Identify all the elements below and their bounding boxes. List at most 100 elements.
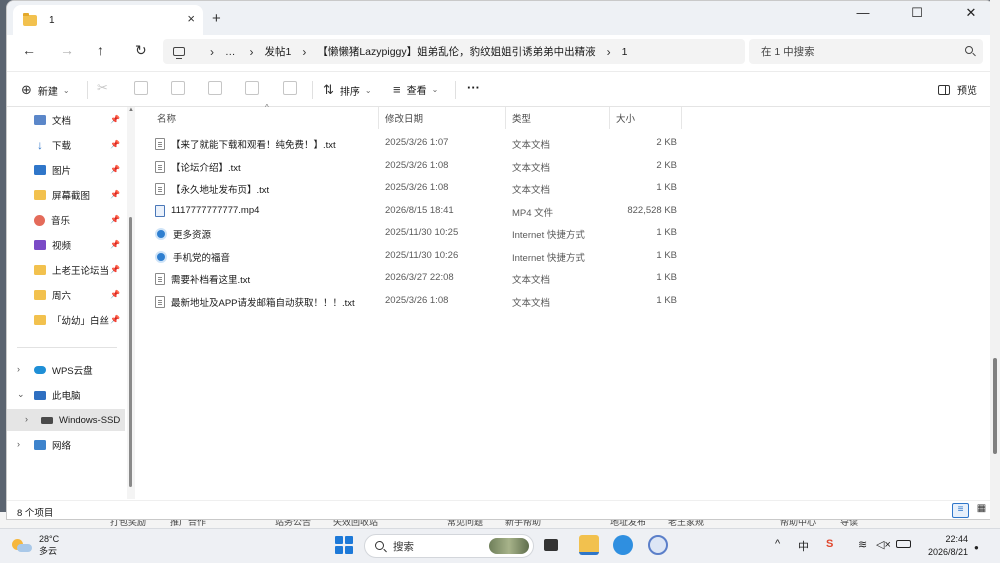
up-button[interactable]: ↑ <box>97 42 104 58</box>
view-button[interactable]: ≡ 查看 ⌄ <box>393 82 438 97</box>
file-row[interactable]: 手机党的福音 2025/11/30 10:26 Internet 快捷方式 1 … <box>137 245 697 267</box>
breadcrumb-overflow[interactable]: … <box>225 46 236 58</box>
delete-icon[interactable] <box>283 81 297 95</box>
partly-cloudy-icon <box>12 537 32 553</box>
breadcrumb-item[interactable]: 1 <box>622 46 628 58</box>
file-date: 2025/3/26 1:08 <box>385 294 449 306</box>
file-name: 【来了就能下载和观看！纯免费！】.txt <box>171 140 336 151</box>
chevron-down-icon[interactable]: ⌄ <box>17 389 25 400</box>
cut-icon[interactable]: ✂ <box>97 80 111 95</box>
sidebar-item-folder[interactable]: 上老王论坛当 📌 <box>7 259 125 281</box>
scroll-up-icon[interactable]: ▲ <box>128 107 134 113</box>
sidebar-item-screenshots[interactable]: 屏幕截图 📌 <box>7 184 125 206</box>
chevron-up-icon[interactable]: ^ <box>775 538 780 550</box>
refresh-button[interactable]: ↻ <box>135 42 147 59</box>
close-window-button[interactable]: ✕ <box>951 5 991 25</box>
sidebar-item-network[interactable]: › 网络 <box>7 434 125 456</box>
weather-widget[interactable]: 28°C 多云 <box>12 533 59 557</box>
tiles-view-icon[interactable]: ▦ <box>973 503 990 518</box>
ime-indicator[interactable]: 中 <box>798 538 809 554</box>
chevron-right-icon[interactable]: › <box>25 414 28 424</box>
minimize-button[interactable]: — <box>843 5 883 25</box>
view-list-icon: ≡ <box>393 82 401 97</box>
back-button[interactable]: ← <box>22 42 36 58</box>
pin-icon: 📌 <box>110 190 120 199</box>
file-type: Internet 快捷方式 <box>512 252 585 264</box>
breadcrumb-item[interactable]: 【懒懒猪Lazypiggy】姐弟乱伦，豹纹姐姐引诱弟弟中出精液 <box>317 44 595 59</box>
search-icon <box>375 541 384 550</box>
chevron-right-icon[interactable]: › <box>17 439 20 449</box>
internet-shortcut-icon <box>155 228 167 240</box>
maximize-button[interactable]: ☐ <box>897 5 937 25</box>
network-icon <box>34 440 46 450</box>
sidebar-scrollbar[interactable]: ▲ <box>127 107 135 499</box>
wps-tray-icon[interactable]: S <box>826 538 833 550</box>
sidebar-item-folder[interactable]: 「幼幼」白丝 📌 <box>7 309 125 331</box>
scrollbar-thumb[interactable] <box>993 358 997 454</box>
copy-icon[interactable] <box>134 81 148 95</box>
file-row[interactable]: 1117777777777.mp4 2026/8/15 18:41 MP4 文件… <box>137 200 697 222</box>
preview-button[interactable]: 预览 <box>938 82 977 97</box>
folder-icon <box>34 265 46 275</box>
file-explorer-icon[interactable] <box>579 535 599 555</box>
status-bar: 8 个项目 ≡ ▦ <box>7 500 993 519</box>
start-button[interactable] <box>334 535 354 555</box>
divider <box>455 81 456 99</box>
file-type: 文本文档 <box>512 162 551 174</box>
column-header-name[interactable]: 名称 <box>151 107 379 129</box>
chevron-right-icon[interactable]: › <box>17 364 20 374</box>
sidebar-item-documents[interactable]: 文档 📌 <box>7 109 125 131</box>
file-name: 【论坛介绍】.txt <box>171 162 241 174</box>
browser-icon[interactable] <box>613 535 633 555</box>
sidebar-item-videos[interactable]: 视频 📌 <box>7 234 125 256</box>
file-date: 2025/3/26 1:08 <box>385 159 449 171</box>
file-row[interactable]: 【来了就能下载和观看！纯免费！】.txt 2025/3/26 1:07 文本文档… <box>137 132 697 154</box>
sidebar-item-music[interactable]: 音乐 📌 <box>7 209 125 231</box>
close-tab-icon[interactable]: × <box>187 11 195 26</box>
new-button[interactable]: ⊕ 新建 ⌄ <box>21 82 70 98</box>
file-row[interactable]: 最新地址及APP请发邮箱自动获取！！！.txt 2025/3/26 1:08 文… <box>137 290 697 312</box>
wifi-icon[interactable]: ≋ <box>858 538 867 551</box>
file-row[interactable]: 【永久地址发布页】.txt 2025/3/26 1:08 文本文档 1 KB <box>137 177 697 199</box>
sidebar-item-pictures[interactable]: 图片 📌 <box>7 159 125 181</box>
file-row[interactable]: 【论坛介绍】.txt 2025/3/26 1:08 文本文档 2 KB <box>137 155 697 177</box>
pin-icon: 📌 <box>110 240 120 249</box>
sidebar-item-this-pc[interactable]: ⌄ 此电脑 <box>7 384 125 406</box>
paste-icon[interactable] <box>171 81 185 95</box>
sidebar-item-folder[interactable]: 周六 📌 <box>7 284 125 306</box>
title-bar: 1 × + — ☐ ✕ <box>7 1 993 35</box>
scrollbar-thumb[interactable] <box>129 217 132 487</box>
rename-icon[interactable] <box>208 81 222 95</box>
search-input[interactable]: 在 1 中搜索 <box>749 39 983 64</box>
music-icon <box>34 214 45 226</box>
volume-muted-icon[interactable]: ◁× <box>876 538 891 551</box>
file-size: 1 KB <box>656 272 677 283</box>
share-icon[interactable] <box>245 81 259 95</box>
app-icon[interactable] <box>648 535 668 555</box>
new-tab-button[interactable]: + <box>212 10 221 27</box>
taskbar-search[interactable]: 搜索 <box>364 534 534 558</box>
file-row[interactable]: 更多资源 2025/11/30 10:25 Internet 快捷方式 1 KB <box>137 222 697 244</box>
breadcrumb-item[interactable]: 发帖1 <box>265 44 292 59</box>
task-view-icon[interactable] <box>544 539 558 551</box>
sidebar-item-downloads[interactable]: ↓ 下载 📌 <box>7 134 125 156</box>
notification-icon[interactable]: ● <box>974 543 979 552</box>
column-header-size[interactable]: 大小 <box>610 107 682 129</box>
file-row[interactable]: 需要补档看这里.txt 2026/3/27 22:08 文本文档 1 KB <box>137 267 697 289</box>
page-scrollbar[interactable] <box>990 0 1000 528</box>
explorer-tab[interactable]: 1 × <box>13 5 203 35</box>
battery-icon[interactable] <box>896 540 911 548</box>
address-bar[interactable]: › … › 发帖1 › 【懒懒猪Lazypiggy】姐弟乱伦，豹纹姐姐引诱弟弟中… <box>163 39 745 64</box>
chevron-down-icon: ⌄ <box>62 85 70 95</box>
more-options-button[interactable]: ··· <box>467 80 480 95</box>
sort-button[interactable]: ⇅ 排序 ⌄ <box>323 82 372 98</box>
sidebar-item-windows-ssd[interactable]: › Windows-SSD <box>7 409 125 431</box>
forward-button[interactable]: → <box>60 42 74 58</box>
sidebar-item-label: 下载 <box>52 141 72 152</box>
sidebar-item-wps-cloud[interactable]: › WPS云盘 <box>7 359 125 381</box>
column-header-date[interactable]: 修改日期 <box>379 107 506 129</box>
details-view-icon[interactable]: ≡ <box>952 503 969 518</box>
column-header-type[interactable]: 类型 <box>506 107 610 129</box>
system-clock[interactable]: 22:44 2026/8/21 <box>920 533 968 559</box>
sidebar-item-label: 音乐 <box>51 216 71 227</box>
